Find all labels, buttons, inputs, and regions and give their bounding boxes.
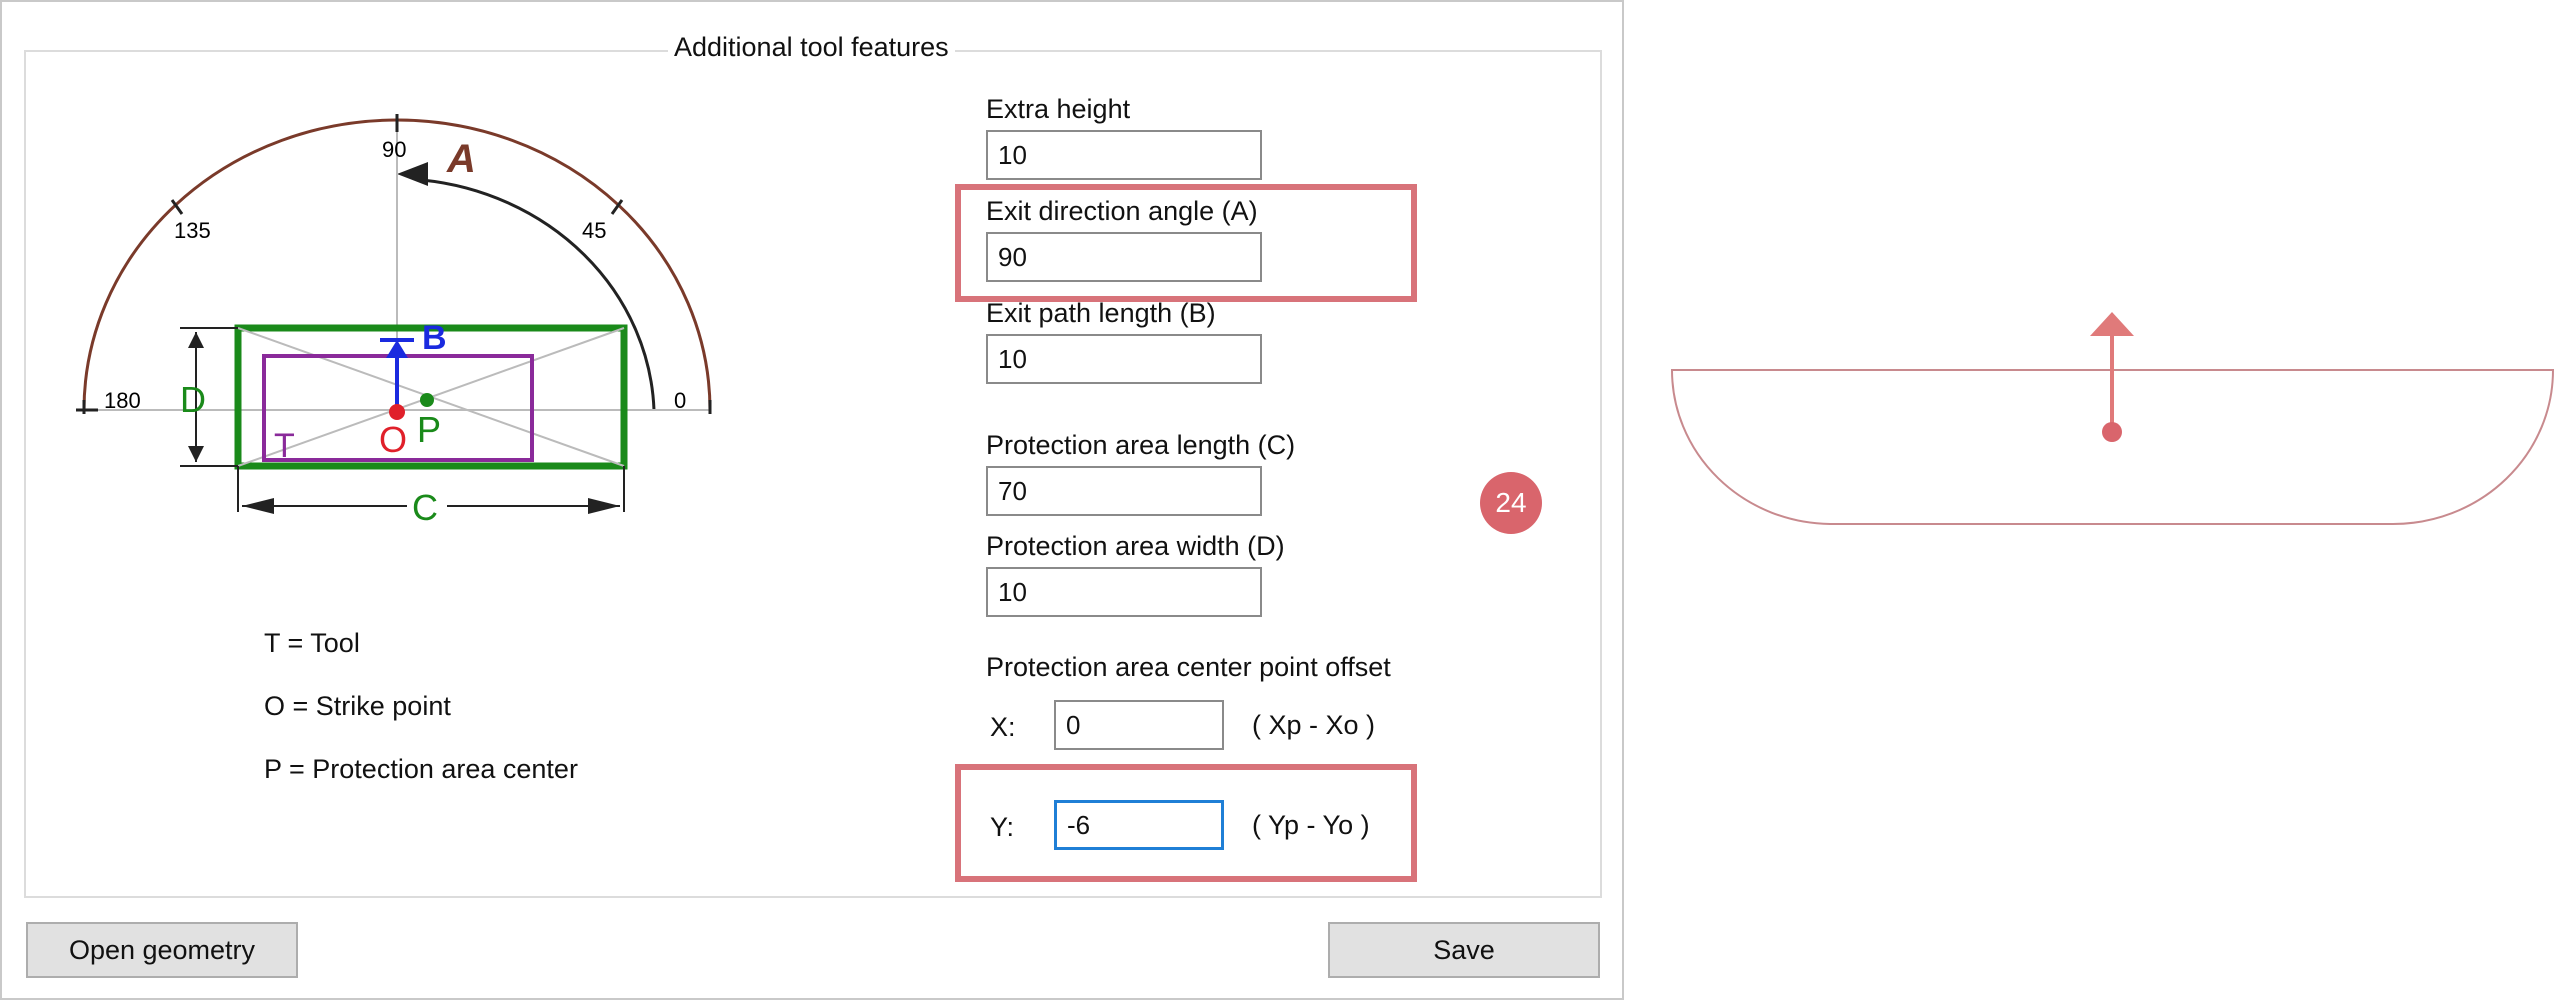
letter-p: P — [417, 409, 441, 450]
letter-b: B — [422, 319, 447, 357]
legend-tool: T = Tool — [264, 628, 360, 658]
area-length-input[interactable] — [986, 466, 1262, 516]
open-geometry-button[interactable]: Open geometry — [26, 922, 298, 978]
letter-c: C — [412, 487, 438, 528]
letter-d: D — [180, 379, 206, 420]
preview-canvas — [1670, 312, 2555, 525]
letter-t: T — [274, 427, 295, 465]
angle-a-arc — [421, 178, 656, 411]
save-button[interactable]: Save — [1328, 922, 1600, 978]
tick-135-label: 135 — [174, 218, 211, 243]
legend-strike-point: O = Strike point — [264, 691, 451, 721]
offset-x-label: X: — [990, 712, 1016, 742]
offset-x-input[interactable] — [1054, 700, 1224, 750]
exit-angle-input[interactable] — [986, 232, 1262, 282]
tick-0-label: 0 — [674, 388, 686, 413]
strike-point-dot — [389, 404, 405, 420]
offset-x-hint: ( Xp - Xo ) — [1252, 710, 1376, 740]
exit-angle-label: Exit direction angle (A) — [986, 196, 1258, 226]
strike-point-icon — [2102, 422, 2122, 442]
up-arrow-icon — [2090, 312, 2134, 336]
letter-a: A — [446, 137, 476, 181]
offset-title: Protection area center point offset — [986, 652, 1391, 682]
protection-center-dot — [420, 393, 434, 407]
offset-y-input[interactable] — [1054, 800, 1224, 850]
offset-y-label: Y: — [990, 812, 1015, 842]
step-badge: 24 — [1480, 472, 1542, 534]
tool-diagram: 90 135 45 180 0 A T B O P D C — [76, 114, 712, 528]
legend-protection-center: P = Protection area center — [264, 754, 578, 784]
area-width-input[interactable] — [986, 567, 1262, 617]
extra-height-input[interactable] — [986, 130, 1262, 180]
tick-180-label: 180 — [104, 388, 141, 413]
area-width-label: Protection area width (D) — [986, 531, 1285, 561]
extra-height-label: Extra height — [986, 94, 1131, 124]
letter-o: O — [379, 419, 407, 460]
area-length-label: Protection area length (C) — [986, 430, 1296, 460]
offset-y-hint: ( Yp - Yo ) — [1252, 810, 1370, 840]
exit-length-label: Exit path length (B) — [986, 298, 1216, 328]
angle-a-arrowhead — [397, 162, 428, 186]
tick-45-label: 45 — [582, 218, 606, 243]
tool-features-dialog: Additional tool features 90 135 45 180 0… — [0, 0, 1624, 1000]
group-title: Additional tool features — [668, 32, 955, 63]
tick-90-label: 90 — [382, 137, 406, 162]
exit-length-input[interactable] — [986, 334, 1262, 384]
